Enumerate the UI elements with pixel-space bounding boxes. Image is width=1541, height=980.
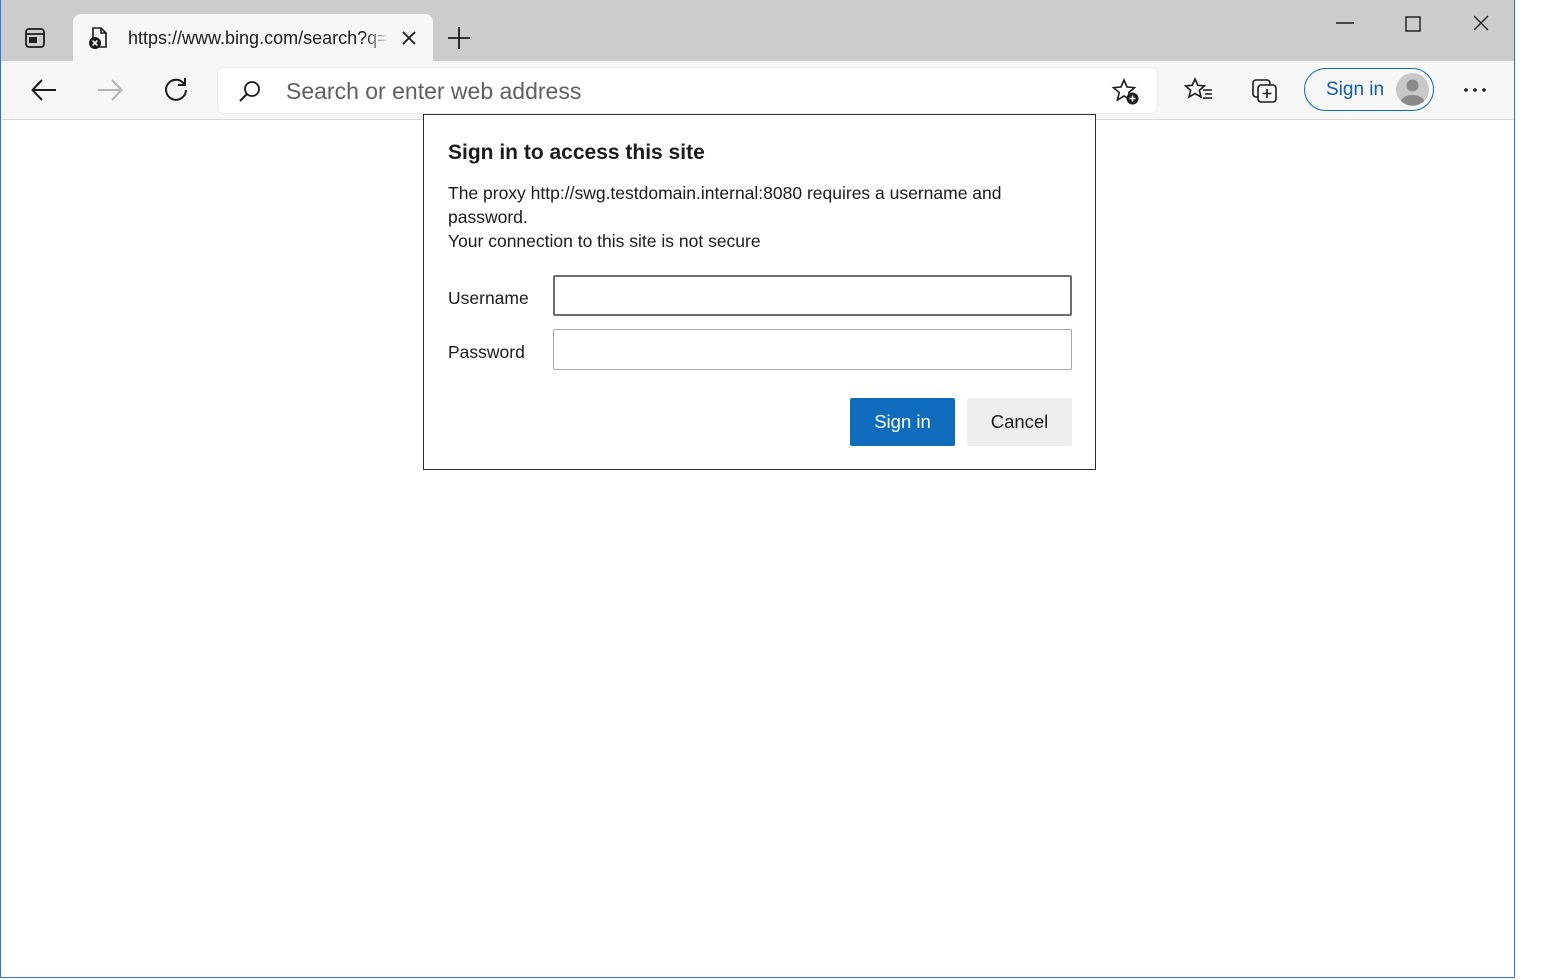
password-label: Password (448, 342, 525, 362)
username-input[interactable] (553, 275, 1072, 316)
close-icon (402, 31, 416, 45)
tab-title: https://www.bing.com/search?q= (128, 28, 388, 48)
new-tab-button[interactable] (445, 24, 473, 52)
title-bar: https://www.bing.com/search?q= (1, 0, 1514, 62)
proxy-requirement-text: The proxy http://swg.testdomain.internal… (448, 183, 1002, 227)
username-label: Username (448, 288, 529, 308)
avatar-icon (1396, 73, 1429, 106)
browser-window: https://www.bing.com/search?q= Search or… (0, 0, 1515, 978)
address-bar (218, 68, 1157, 113)
maximize-button[interactable] (1401, 12, 1425, 36)
tab-actions-icon (25, 28, 45, 48)
minimize-button[interactable] (1333, 12, 1357, 36)
favorites-icon (1184, 77, 1212, 99)
search-icon (238, 79, 262, 103)
settings-more-button[interactable] (1460, 75, 1490, 105)
star-add-icon (1111, 77, 1139, 105)
minimize-icon (1336, 22, 1354, 24)
proxy-auth-dialog: Sign in to access this site The proxy ht… (423, 114, 1096, 470)
arrow-right-icon (98, 79, 123, 101)
more-icon (1464, 88, 1486, 92)
window-close-button[interactable] (1469, 12, 1493, 36)
browser-toolbar: Sign in (1, 61, 1514, 120)
favorites-button[interactable] (1184, 75, 1214, 105)
page-error-icon (87, 26, 111, 50)
dialog-title: Sign in to access this site (448, 141, 705, 164)
tab-actions-button[interactable] (15, 18, 55, 58)
password-input[interactable] (553, 329, 1072, 370)
active-tab[interactable]: https://www.bing.com/search?q= (73, 14, 433, 62)
signin-button[interactable]: Sign in (850, 398, 955, 446)
collections-button[interactable] (1250, 75, 1280, 105)
close-icon (1473, 15, 1489, 31)
add-favorite-button[interactable] (1111, 77, 1141, 107)
tab-close-button[interactable] (399, 28, 419, 48)
address-input[interactable] (284, 74, 1088, 109)
maximize-icon (1405, 16, 1421, 32)
insecure-connection-text: Your connection to this site is not secu… (448, 231, 761, 251)
cancel-button[interactable]: Cancel (967, 398, 1072, 446)
collections-icon (1252, 79, 1277, 103)
profile-signin-label: Sign in (1326, 79, 1385, 100)
refresh-button[interactable] (161, 75, 191, 105)
forward-button[interactable] (95, 75, 125, 105)
refresh-icon (165, 78, 187, 101)
back-button[interactable] (29, 75, 59, 105)
plus-icon (448, 27, 470, 49)
profile-signin-button[interactable]: Sign in (1304, 68, 1434, 111)
dialog-message: The proxy http://swg.testdomain.internal… (448, 181, 1048, 253)
arrow-left-icon (31, 79, 56, 101)
